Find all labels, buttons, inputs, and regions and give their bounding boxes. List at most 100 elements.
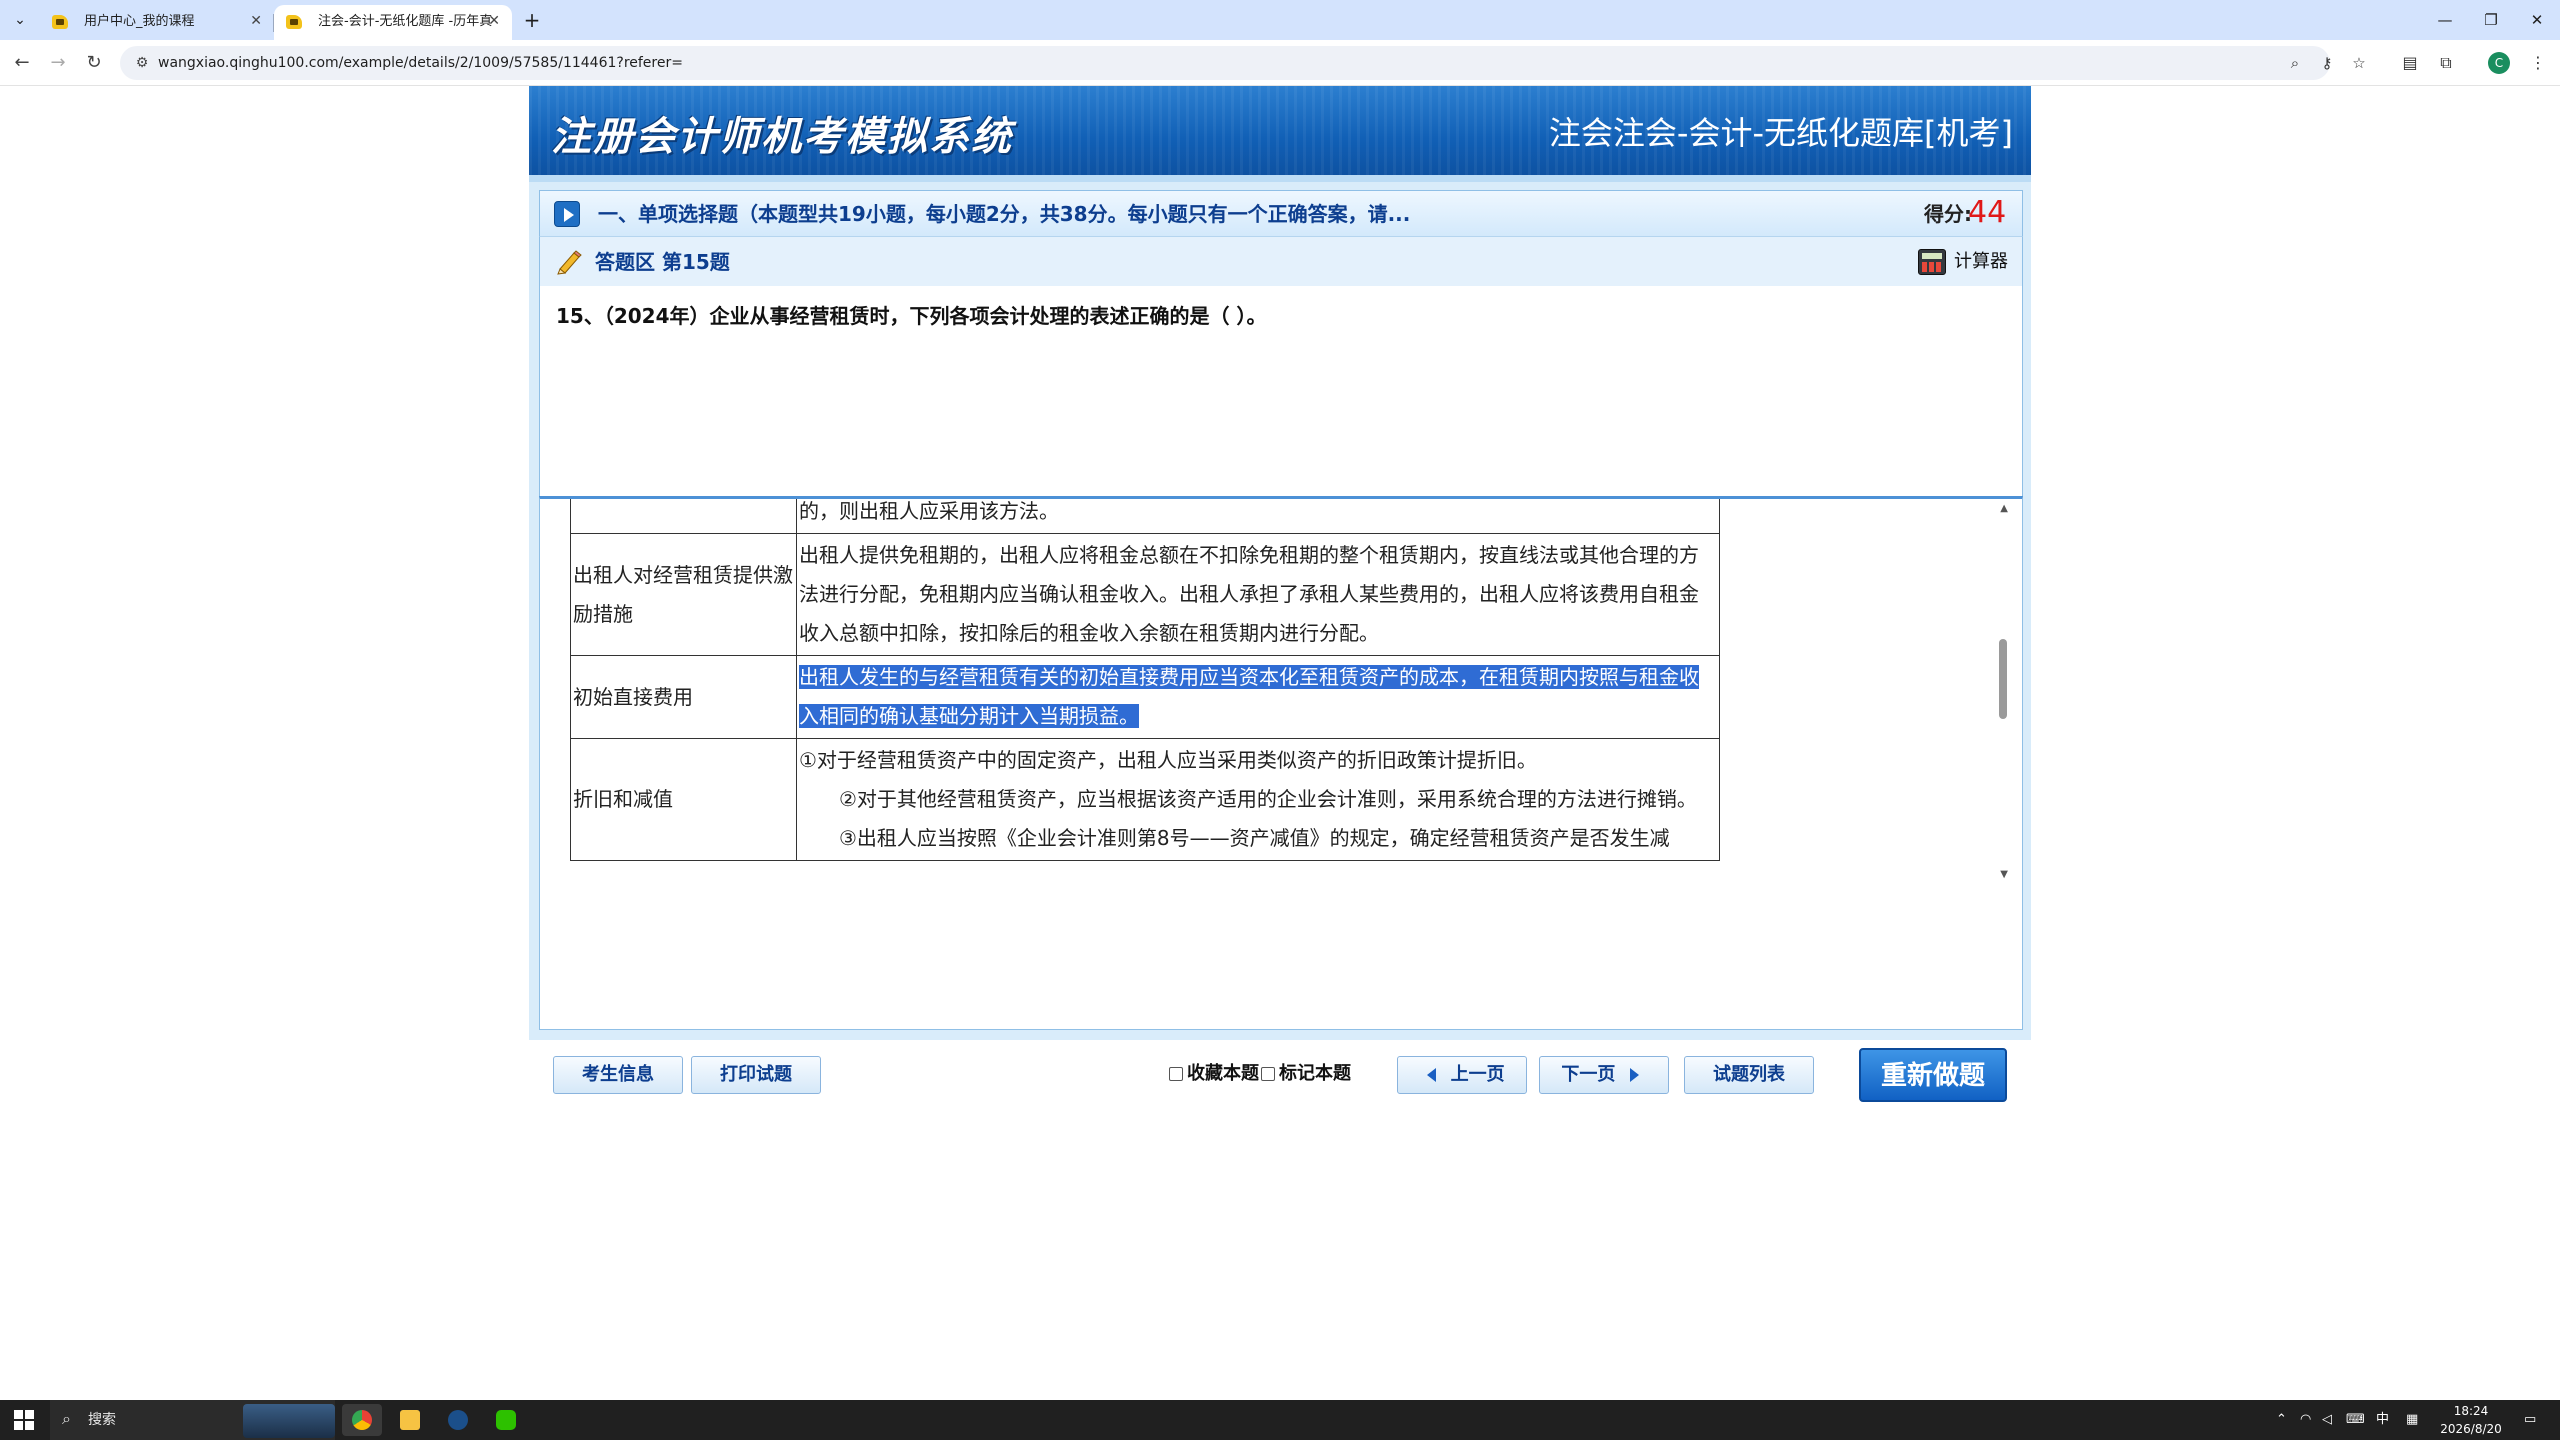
- highlighted-text: 出租人发生的与经营租赁有关的初始直接费用应当资本化至租赁资产的成本，在租赁期内按…: [799, 665, 1699, 728]
- reading-list-icon[interactable]: ▤: [2396, 49, 2424, 77]
- answer-area-bar: 答题区 第15题 计算器: [539, 236, 2023, 286]
- table-cell-content: ①对于经营租赁资产中的固定资产，出租人应当采用类似资产的折旧政策计提折旧。 ②对…: [796, 738, 1720, 861]
- question-text: 15、（2024年）企业从事经营租赁时，下列各项会计处理的表述正确的是（ ）。: [556, 304, 1267, 328]
- network-icon[interactable]: ◠: [2300, 1400, 2311, 1440]
- scroll-thumb[interactable]: [1999, 639, 2007, 719]
- calculator-button[interactable]: 计算器: [1918, 247, 2008, 277]
- taskbar-search[interactable]: ⌕ 搜索: [50, 1400, 335, 1440]
- profile-avatar[interactable]: C: [2488, 52, 2510, 74]
- browser-tab-bar: ⌄ 用户中心_我的课程 ✕ 注会-会计-无纸化题库 -历年真 ✕ + — ❐ ✕: [0, 0, 2560, 40]
- taskbar: ⌕ 搜索 ⌃ ◠ ◁ ⌨ 中 ▦ 18:24 2026/8/20 ▭: [0, 1400, 2560, 1440]
- tray-overflow-icon[interactable]: ⌃: [2276, 1400, 2287, 1440]
- reload-icon[interactable]: ↻: [80, 49, 108, 77]
- favorite-checkbox[interactable]: 收藏本题: [1169, 1062, 1259, 1086]
- print-question-button[interactable]: 打印试题: [691, 1056, 821, 1094]
- keyboard-icon[interactable]: ⌨: [2346, 1400, 2365, 1440]
- prev-label: 上一页: [1450, 1064, 1505, 1085]
- forward-icon[interactable]: →: [44, 49, 72, 77]
- section-bar: 一、单项选择题（本题型共19小题，每小题2分，共38分。每小题只有一个正确答案，…: [539, 190, 2023, 236]
- address-url: wangxiao.qinghu100.com/example/details/2…: [158, 55, 683, 71]
- scroll-down-icon[interactable]: ▼: [2000, 869, 2008, 880]
- search-highlight-image: [243, 1404, 335, 1438]
- score-value: 44: [1968, 195, 2007, 230]
- bottom-action-bar: 考生信息 打印试题 收藏本题 标记本题 上一页 下一页 试题列表 重新做题: [529, 950, 2031, 1102]
- table-cell-content: 出租人提供免租期的，出租人应将租金总额在不扣除免租期的整个租赁期内，按直线法或其…: [796, 533, 1720, 656]
- table-cell-item: 折旧和减值: [570, 738, 797, 861]
- vertical-scrollbar[interactable]: ▲ ▼: [1996, 499, 2010, 885]
- tab-title: 用户中心_我的课程: [84, 14, 195, 29]
- chrome-icon[interactable]: [342, 1404, 382, 1436]
- scroll-up-icon[interactable]: ▲: [2000, 503, 2008, 514]
- wechat-icon[interactable]: [486, 1404, 526, 1436]
- answer-area-label: 答题区 第15题: [595, 250, 730, 274]
- content-line: ③出租人应当按照《企业会计准则第8号——资产减值》的规定，确定经营租赁资产是否发…: [839, 826, 1670, 850]
- site-favicon-icon: [52, 15, 68, 29]
- table-cell-item: 出租人对经营租赁提供激励措施: [570, 533, 797, 656]
- minimize-icon[interactable]: —: [2422, 4, 2468, 36]
- window-close-icon[interactable]: ✕: [2514, 4, 2560, 36]
- password-key-icon[interactable]: ⚷: [2316, 52, 2338, 74]
- tab-user-center[interactable]: 用户中心_我的课程 ✕: [40, 5, 274, 40]
- address-bar[interactable]: ⚙ wangxiao.qinghu100.com/example/details…: [120, 46, 2366, 80]
- play-icon: [554, 201, 580, 227]
- tab-search-icon[interactable]: ⌄: [8, 8, 32, 32]
- table-row: 出租人对经营租赁提供激励措施 出租人提供免租期的，出租人应将租金总额在不扣除免租…: [570, 533, 1720, 656]
- mark-checkbox[interactable]: 标记本题: [1261, 1062, 1351, 1086]
- windows-start-icon[interactable]: [14, 1410, 34, 1430]
- extensions-icon[interactable]: ⧉: [2432, 49, 2460, 77]
- question-list-button[interactable]: 试题列表: [1684, 1056, 1814, 1094]
- table-row: 折旧和减值 ①对于经营租赁资产中的固定资产，出租人应当采用类似资产的折旧政策计提…: [570, 738, 1720, 861]
- exam-name: 注会注会-会计-无纸化题库[机考]: [1548, 114, 2013, 152]
- new-tab-icon[interactable]: +: [518, 6, 546, 34]
- ime-mode-icon[interactable]: ▦: [2406, 1400, 2418, 1440]
- tab-question-bank[interactable]: 注会-会计-无纸化题库 -历年真 ✕: [274, 5, 512, 40]
- clock-time: 18:24: [2453, 1404, 2489, 1418]
- table-cell-item: [570, 499, 797, 534]
- notification-icon[interactable]: ▭: [2524, 1400, 2536, 1440]
- table-cell-content: 出租人发生的与经营租赁有关的初始直接费用应当资本化至租赁资产的成本，在租赁期内按…: [796, 655, 1720, 739]
- content-line: ②对于其他经营租赁资产，应当根据该资产适用的企业会计准则，采用系统合理的方法进行…: [839, 787, 1697, 811]
- calculator-label: 计算器: [1954, 251, 2008, 272]
- bookmark-star-icon[interactable]: ☆: [2348, 52, 2370, 74]
- restore-icon[interactable]: ❐: [2468, 4, 2514, 36]
- tab-title: 注会-会计-无纸化题库 -历年真: [318, 14, 493, 29]
- mark-label: 标记本题: [1279, 1063, 1351, 1084]
- next-page-button[interactable]: 下一页: [1539, 1056, 1669, 1094]
- checkbox-box[interactable]: [1169, 1067, 1183, 1081]
- volume-icon[interactable]: ◁: [2322, 1400, 2332, 1440]
- ime-indicator[interactable]: 中: [2376, 1400, 2389, 1440]
- system-title: 注册会计师机考模拟系统: [551, 114, 1013, 160]
- arrow-right-icon: [1629, 1068, 1639, 1082]
- pencil-icon: [557, 250, 582, 275]
- exam-app: 注册会计师机考模拟系统 注会注会-会计-无纸化题库[机考] 一、单项选择题（本题…: [529, 86, 2031, 1102]
- content-line: ①对于经营租赁资产中的固定资产，出租人应当采用类似资产的折旧政策计提折旧。: [799, 748, 1537, 772]
- app-header: 注册会计师机考模拟系统 注会注会-会计-无纸化题库[机考]: [529, 86, 2031, 182]
- candidate-info-button[interactable]: 考生信息: [553, 1056, 683, 1094]
- table-row: 的，则出租人应采用该方法。: [570, 499, 1720, 534]
- arrow-left-icon: [1427, 1068, 1437, 1082]
- tab-close-icon[interactable]: ✕: [250, 5, 262, 38]
- clock-date: 2026/8/20: [2440, 1422, 2502, 1436]
- browser-menu-icon[interactable]: ⋮: [2524, 49, 2552, 77]
- table-cell-content: 的，则出租人应采用该方法。: [796, 499, 1720, 534]
- table-cell-item: 初始直接费用: [570, 655, 797, 739]
- search-icon: ⌕: [62, 1409, 71, 1428]
- redo-button[interactable]: 重新做题: [1859, 1048, 2007, 1102]
- section-description: 一、单项选择题（本题型共19小题，每小题2分，共38分。每小题只有一个正确答案，…: [598, 202, 1411, 226]
- steam-icon[interactable]: [438, 1404, 478, 1436]
- table-row: 初始直接费用 出租人发生的与经营租赁有关的初始直接费用应当资本化至租赁资产的成本…: [570, 655, 1720, 739]
- zoom-icon[interactable]: ⌕: [2284, 52, 2306, 74]
- explanation-scroll-area[interactable]: 的，则出租人应采用该方法。 出租人对经营租赁提供激励措施 出租人提供免租期的，出…: [540, 499, 2010, 885]
- checkbox-box[interactable]: [1261, 1067, 1275, 1081]
- file-explorer-icon[interactable]: [390, 1404, 430, 1436]
- tab-close-icon[interactable]: ✕: [488, 5, 500, 38]
- site-favicon-icon: [286, 15, 302, 29]
- taskbar-clock[interactable]: 18:24 2026/8/20: [2428, 1402, 2514, 1438]
- calculator-icon: [1918, 249, 1946, 275]
- explanation-table: 的，则出租人应采用该方法。 出租人对经营租赁提供激励措施 出租人提供免租期的，出…: [570, 499, 1720, 861]
- search-label: 搜索: [88, 1412, 116, 1428]
- browser-toolbar: ← → ↻ ⚙ wangxiao.qinghu100.com/example/d…: [0, 40, 2560, 86]
- site-info-icon[interactable]: ⚙: [132, 53, 152, 73]
- back-icon[interactable]: ←: [8, 49, 36, 77]
- prev-page-button[interactable]: 上一页: [1397, 1056, 1527, 1094]
